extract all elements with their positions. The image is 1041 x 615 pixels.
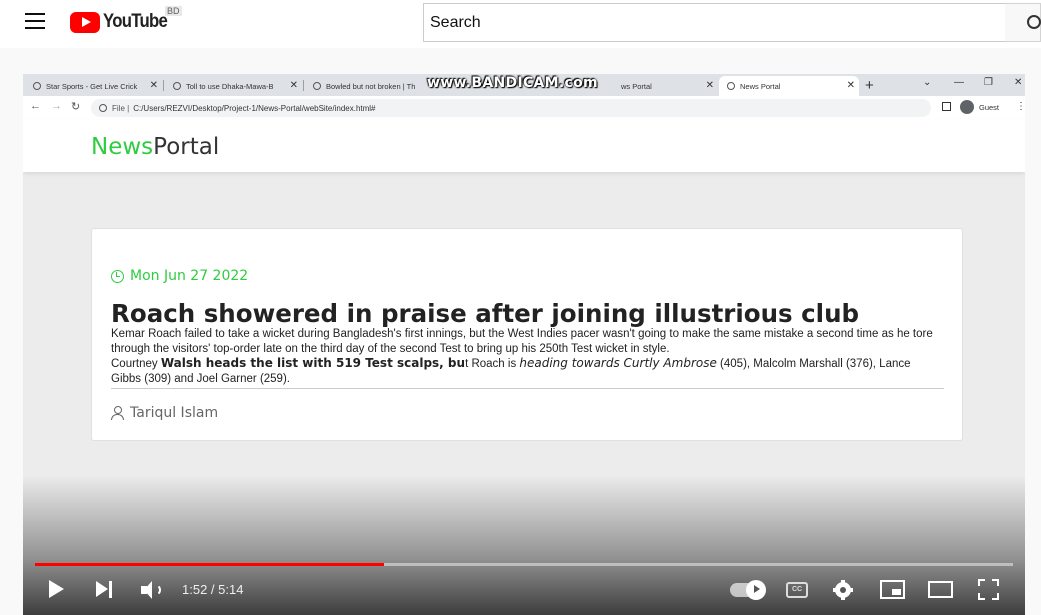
settings-gear-icon[interactable] — [833, 580, 853, 600]
p2-italic: heading towards Curtly Ambrose — [519, 356, 717, 370]
search-box[interactable] — [423, 3, 1006, 42]
profile-button[interactable]: Guest — [960, 100, 999, 114]
browser-tab-active[interactable]: News Portal ✕ — [719, 76, 859, 96]
time-display: 1:52 / 5:14 — [182, 582, 244, 597]
logo-news: News — [91, 134, 154, 160]
tab-separator — [163, 80, 164, 91]
search-button[interactable] — [1005, 3, 1041, 42]
volume-icon[interactable] — [141, 580, 163, 600]
forward-arrow-icon[interactable]: → — [51, 100, 62, 112]
region-badge: BD — [165, 6, 182, 16]
article-paragraph-2: Courtney Walsh heads the list with 519 T… — [111, 356, 941, 386]
browser-tab-strip: Star Sports - Get Live Crick ✕ Toll to u… — [23, 74, 1025, 96]
tab-favicon-icon — [313, 82, 321, 90]
article-date-text: Mon Jun 27 2022 — [130, 268, 249, 284]
youtube-wordmark: YouTube — [103, 11, 168, 32]
next-icon[interactable] — [96, 581, 114, 598]
progress-bar[interactable] — [35, 563, 1013, 566]
clock-icon — [111, 269, 124, 283]
browser-tab[interactable]: ws Portal ✕ — [613, 76, 718, 96]
play-icon[interactable] — [49, 580, 64, 598]
logo-portal: Portal — [153, 134, 220, 160]
tab-label: Bowled but not broken | Th — [326, 81, 416, 91]
article-date: Mon Jun 27 2022 — [111, 268, 248, 284]
tab-label: News Portal — [740, 81, 781, 91]
tab-label: Star Sports - Get Live Crick — [46, 81, 138, 91]
divider — [111, 388, 944, 389]
reload-icon[interactable]: ↻ — [71, 100, 80, 113]
tab-close-icon[interactable]: ✕ — [847, 80, 855, 91]
newsportal-header: NewsPortal — [23, 120, 1025, 172]
article-paragraph-1: Kemar Roach failed to take a wicket duri… — [111, 328, 933, 355]
theater-mode-icon[interactable] — [928, 581, 953, 598]
search-input[interactable] — [424, 4, 1005, 41]
menu-icon[interactable] — [25, 13, 45, 29]
chevron-down-icon[interactable]: ⌄ — [923, 77, 931, 88]
address-url: C:/Users/REZVI/Desktop/Project-1/News-Po… — [133, 103, 376, 113]
window-close-icon[interactable]: ✕ — [1014, 77, 1022, 88]
address-scheme-label: File | — [112, 103, 130, 113]
article-card: Mon Jun 27 2022 Roach showered in praise… — [91, 228, 963, 441]
new-tab-icon[interactable]: + — [865, 77, 874, 94]
user-icon — [111, 406, 124, 420]
tab-label: Toll to use Dhaka-Mawa-B — [186, 81, 274, 91]
search-icon — [1027, 15, 1041, 29]
tab-favicon-icon — [33, 82, 41, 90]
info-icon[interactable] — [99, 104, 107, 112]
profile-label: Guest — [979, 102, 1000, 112]
progress-played — [35, 563, 385, 566]
browser-toolbar: ← → ↻ File | C:/Users/REZVI/Desktop/Proj… — [23, 96, 1025, 120]
article-title: Roach showered in praise after joining i… — [111, 299, 860, 328]
tab-favicon-icon — [173, 82, 181, 90]
browser-tab[interactable]: Star Sports - Get Live Crick ✕ — [25, 76, 162, 96]
article-body: Kemar Roach failed to take a wicket duri… — [111, 327, 941, 386]
side-panel-icon[interactable] — [942, 102, 951, 111]
article-author: Tariqul Islam — [111, 405, 218, 421]
globe-icon — [727, 82, 735, 90]
youtube-logo[interactable]: YouTube BD — [70, 6, 182, 34]
youtube-header: YouTube BD — [0, 0, 1041, 48]
tab-close-icon[interactable]: ✕ — [150, 80, 158, 91]
miniplayer-icon[interactable] — [880, 580, 905, 599]
controls-gradient — [23, 475, 1025, 615]
autoplay-play-icon — [754, 585, 760, 593]
tab-close-icon[interactable]: ✕ — [706, 80, 714, 91]
avatar-icon — [960, 100, 974, 114]
video-player[interactable]: Star Sports - Get Live Crick ✕ Toll to u… — [23, 74, 1025, 615]
back-arrow-icon[interactable]: ← — [30, 100, 41, 112]
article-author-name: Tariqul Islam — [130, 405, 219, 421]
browser-tab[interactable]: Toll to use Dhaka-Mawa-B ✕ — [165, 76, 302, 96]
more-menu-icon[interactable]: ⋮ — [1016, 101, 1025, 112]
browser-tab[interactable]: Bowled but not broken | Th — [305, 76, 425, 96]
tab-label: ws Portal — [621, 81, 652, 91]
p2-bold: Walsh heads the list with 519 Test scalp… — [160, 356, 466, 370]
captions-icon[interactable]: CC — [786, 582, 808, 598]
newsportal-logo[interactable]: NewsPortal — [91, 134, 219, 160]
minimize-icon[interactable]: — — [954, 77, 964, 88]
tab-separator — [303, 80, 304, 91]
p2-start: Courtney — [111, 358, 161, 370]
address-bar[interactable]: File | C:/Users/REZVI/Desktop/Project-1/… — [91, 99, 931, 117]
restore-icon[interactable]: ❐ — [984, 77, 993, 88]
tab-close-icon[interactable]: ✕ — [290, 80, 298, 91]
fullscreen-icon[interactable] — [978, 579, 999, 600]
youtube-play-icon — [70, 11, 100, 33]
autoplay-toggle[interactable] — [730, 580, 766, 600]
p2-mid: t Roach is — [465, 358, 520, 370]
bandicam-watermark: www.BANDICAM.com — [427, 75, 598, 91]
